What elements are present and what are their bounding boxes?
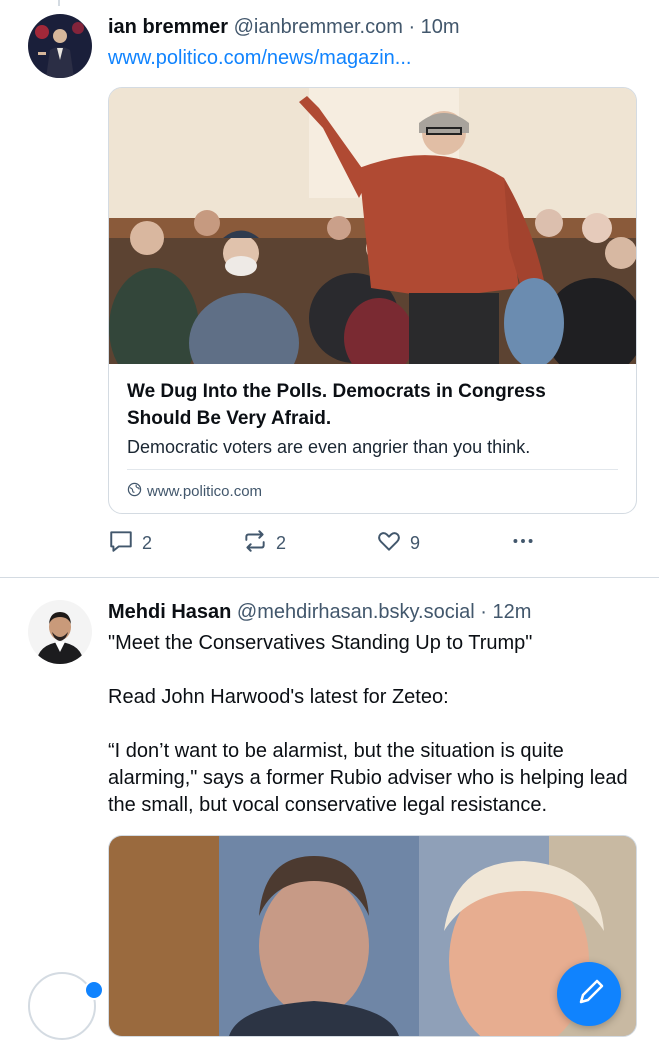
author-name[interactable]: ian bremmer: [108, 16, 228, 38]
avatar[interactable]: [28, 14, 92, 78]
card-domain-text: www.politico.com: [147, 483, 263, 500]
repost-icon: [242, 528, 268, 559]
separator: ·: [408, 16, 416, 38]
avatar[interactable]: [28, 600, 92, 664]
repost-button[interactable]: 2: [242, 528, 286, 559]
like-button[interactable]: 9: [376, 528, 420, 559]
feed-post[interactable]: Mehdi Hasan @mehdirhasan.bsky.social · 1…: [0, 577, 659, 1037]
repost-count: 2: [276, 533, 287, 553]
divider: [127, 469, 618, 470]
author-handle[interactable]: @ianbremmer.com: [234, 16, 403, 38]
heart-icon: [376, 528, 402, 559]
post-link[interactable]: www.politico.com/news/magazin...: [108, 47, 411, 70]
card-image: [109, 88, 636, 364]
post-header: Mehdi Hasan @mehdirhasan.bsky.social · 1…: [108, 601, 531, 624]
post-paragraph: “I don’t want to be alarmist, but the si…: [108, 740, 628, 816]
post-paragraph: "Meet the Conservatives Standing Up to T…: [108, 632, 533, 654]
more-icon: [510, 528, 536, 559]
separator: ·: [480, 601, 487, 623]
post-timestamp[interactable]: 10m: [421, 16, 460, 38]
link-preview-card[interactable]: We Dug Into the Polls. Democrats in Cong…: [108, 87, 637, 514]
reply-button[interactable]: 2: [108, 528, 152, 559]
notification-badge: [84, 980, 104, 1000]
post-text: "Meet the Conservatives Standing Up to T…: [108, 630, 638, 846]
card-title[interactable]: We Dug Into the Polls. Democrats in Cong…: [127, 378, 607, 432]
card-domain: www.politico.com: [127, 482, 262, 501]
pencil-icon: [557, 979, 621, 1030]
globe-icon: [127, 482, 142, 501]
post-header: ian bremmer @ianbremmer.com · 10m: [108, 16, 460, 39]
compose-button[interactable]: [557, 962, 621, 1026]
like-count: 9: [410, 533, 421, 553]
author-handle[interactable]: @mehdirhasan.bsky.social: [237, 601, 475, 623]
author-name[interactable]: Mehdi Hasan: [108, 601, 231, 623]
post-paragraph: Read John Harwood's latest for Zeteo:: [108, 686, 449, 708]
reply-count: 2: [142, 533, 153, 553]
post-actions: 2 2 9: [108, 528, 548, 556]
feed-post[interactable]: ian bremmer @ianbremmer.com · 10m www.po…: [0, 0, 659, 577]
more-options-button[interactable]: [510, 528, 536, 559]
post-timestamp[interactable]: 12m: [493, 601, 532, 623]
card-description: Democratic voters are even angrier than …: [127, 437, 531, 457]
reply-icon: [108, 528, 134, 559]
